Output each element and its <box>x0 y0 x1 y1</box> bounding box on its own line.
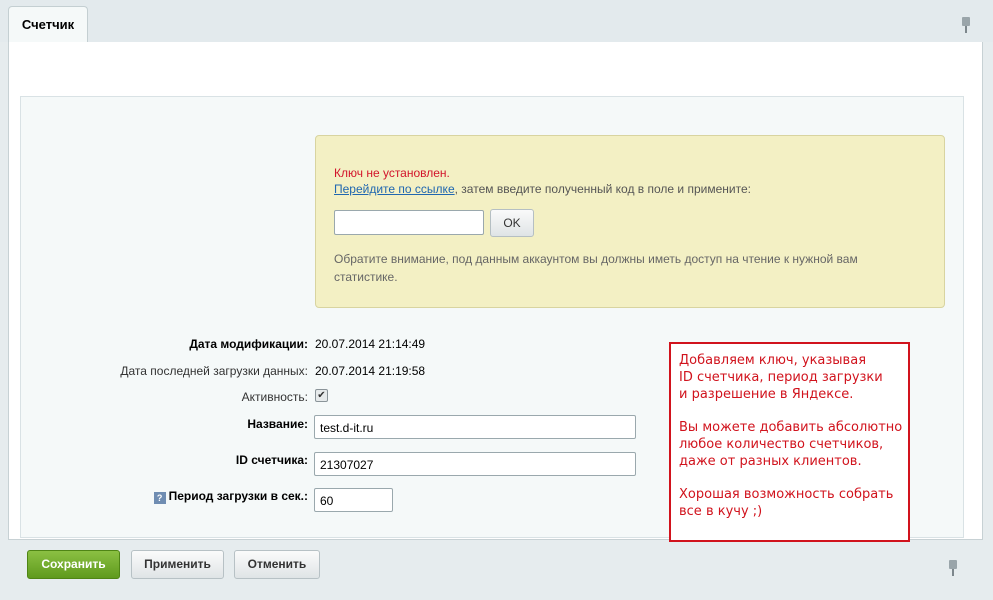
access-note: Обратите внимание, под данным аккаунтом … <box>334 252 858 284</box>
annotation-text-2: Вы можете добавить абсолютно любое колич… <box>679 420 903 469</box>
pin-icon[interactable] <box>961 17 971 33</box>
key-instruction: Перейдите по ссылке, затем введите получ… <box>334 182 751 196</box>
tab-counter[interactable]: Счетчик <box>8 6 88 43</box>
modified-date-label: Дата модификации: <box>189 337 308 351</box>
active-checkbox[interactable]: ✔ <box>315 389 328 402</box>
counter-id-input[interactable]: 21307027 <box>314 452 636 476</box>
name-input[interactable]: test.d-it.ru <box>314 415 636 439</box>
period-label: ? Период загрузки в сек.: <box>153 489 308 504</box>
annotation-text-1: Добавляем ключ, указывая ID счетчика, пе… <box>679 353 883 402</box>
name-label: Название: <box>247 417 308 431</box>
modified-date-value: 20.07.2014 21:14:49 <box>315 337 426 351</box>
pin-icon-bottom[interactable] <box>948 560 958 576</box>
annotation-text-3: Хорошая возможность собрать все в кучу ;… <box>679 487 894 519</box>
period-label-text: Период загрузки в сек.: <box>168 489 308 503</box>
key-instruction-text: , затем введите полученный код в поле и … <box>454 182 751 196</box>
last-load-date-label: Дата последней загрузки данных: <box>120 364 308 378</box>
annotation-callout: Добавляем ключ, указывая ID счетчика, пе… <box>669 342 910 542</box>
last-load-date-value: 20.07.2014 21:19:58 <box>315 364 426 378</box>
apply-button[interactable]: Применить <box>131 550 224 579</box>
active-label: Активность: <box>241 390 308 404</box>
key-code-input[interactable] <box>334 210 484 235</box>
cancel-button[interactable]: Отменить <box>234 550 320 579</box>
save-button[interactable]: Сохранить <box>27 550 120 579</box>
key-notice: Ключ не установлен. Перейдите по ссылке,… <box>315 135 945 308</box>
tab-bar: Счетчик <box>0 0 993 43</box>
counter-id-label: ID счетчика: <box>235 453 308 467</box>
ok-button[interactable]: OK <box>490 209 534 237</box>
get-key-link[interactable]: Перейдите по ссылке <box>334 182 455 196</box>
period-input[interactable]: 60 <box>314 488 393 512</box>
help-icon[interactable]: ? <box>153 492 166 504</box>
key-not-set-message: Ключ не установлен. <box>334 166 450 180</box>
